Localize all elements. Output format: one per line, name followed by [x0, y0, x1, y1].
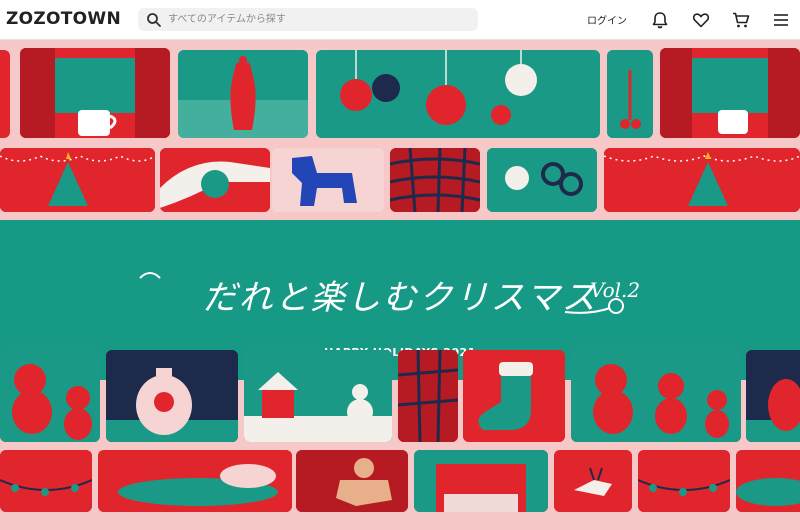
reindeer-tile	[554, 450, 632, 512]
grid-tile	[398, 350, 458, 442]
sleeping-figure-icon	[98, 450, 292, 512]
toy-tile	[487, 148, 597, 212]
net-icon	[390, 148, 480, 212]
hand-tile	[160, 148, 270, 212]
sleeping-tile-2	[736, 450, 800, 512]
cart-icon[interactable]	[731, 10, 751, 30]
dog-tile	[272, 148, 384, 212]
snowman-icon	[244, 350, 392, 442]
bears-tile-2	[571, 350, 741, 442]
stocking-icon	[463, 350, 565, 442]
menu-icon[interactable]	[771, 10, 791, 30]
sleeping-tile	[98, 450, 292, 512]
cup-icon	[20, 48, 170, 138]
search-input[interactable]	[168, 11, 468, 28]
site-logo[interactable]: ZOZOTOWN	[6, 9, 121, 29]
jar-icon	[106, 350, 238, 442]
bears-tile	[0, 350, 100, 442]
site-header: ZOZOTOWN ログイン	[0, 0, 800, 40]
lights-tile-2	[638, 450, 730, 512]
login-link[interactable]: ログイン	[587, 12, 627, 27]
cherry-icon	[607, 50, 653, 138]
tree-tile-2	[604, 148, 800, 212]
curtain-tile	[414, 450, 548, 512]
bear-icon	[0, 350, 100, 442]
sleeping-figure-icon	[736, 450, 800, 512]
gingerbread-icon	[296, 450, 408, 512]
bell-icon[interactable]	[650, 10, 670, 30]
campaign-banner[interactable]: だれと楽しむクリスマス Vol.2 HAPPY HOLIDAYS 2021	[0, 40, 800, 530]
lights-tile	[0, 450, 92, 512]
lights-icon	[0, 450, 92, 512]
window-cup-tile-2	[660, 48, 800, 138]
search-bar[interactable]	[138, 8, 478, 31]
net-icon	[398, 350, 458, 442]
window-cup-tile	[20, 48, 170, 138]
tree-icon	[0, 148, 155, 212]
ornament-icon	[316, 50, 600, 138]
reindeer-icon	[554, 450, 632, 512]
snowman-tile	[244, 350, 392, 442]
rattle-icon	[487, 148, 597, 212]
hand-icon	[160, 148, 270, 212]
illustration-tile	[0, 50, 10, 138]
dress-form-tile	[178, 50, 308, 138]
dog-icon	[272, 148, 384, 212]
tree-icon	[604, 148, 800, 212]
jar-tile	[106, 350, 238, 442]
plant-tile	[607, 50, 653, 138]
tree-tile	[0, 148, 155, 212]
mannequin-icon	[178, 50, 308, 138]
curtain-icon	[414, 450, 548, 512]
stocking-tile	[463, 350, 565, 442]
jar-tile-2	[746, 350, 800, 442]
jar-icon	[746, 350, 800, 442]
lights-icon	[638, 450, 730, 512]
gingerbread-tile	[296, 450, 408, 512]
search-icon	[147, 13, 161, 27]
net-tile	[390, 148, 480, 212]
bear-icon	[571, 350, 741, 442]
ornaments-tile	[316, 50, 600, 138]
cup-icon	[660, 48, 800, 138]
heart-icon[interactable]	[691, 10, 711, 30]
